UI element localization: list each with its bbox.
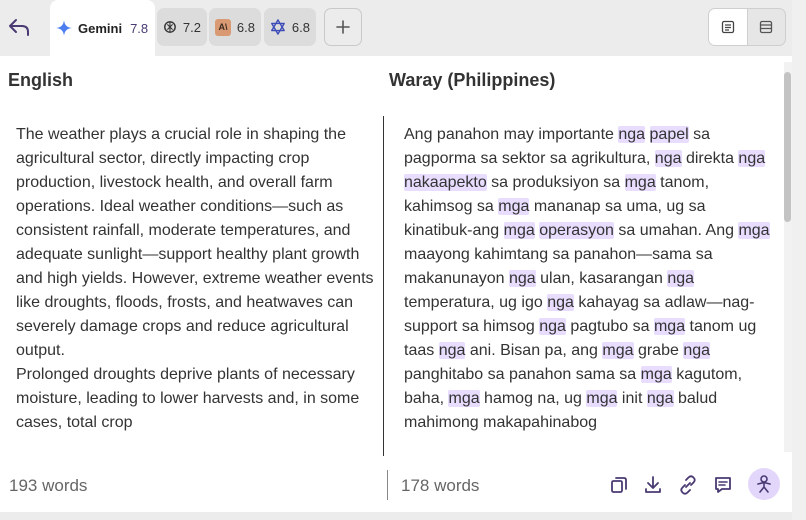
window-edge (792, 0, 806, 520)
add-model-button[interactable] (324, 8, 362, 46)
tab-other-model-score: 6.8 (291, 19, 310, 35)
tab-anthropic-score: 6.8 (236, 19, 255, 35)
download-icon (645, 476, 661, 493)
translation-segment: panghitabo sa panahon sama sa (404, 366, 641, 383)
top-bar: Gemini 7.8 7.2 A\ 6.8 6.8 (0, 0, 792, 56)
back-button[interactable] (6, 10, 32, 44)
translation-segment: ulan, kasarangan (535, 270, 668, 287)
source-text: The weather plays a crucial role in shap… (16, 123, 376, 456)
highlighted-word[interactable]: mga (653, 318, 686, 335)
translation-segment: hamog na, ug (479, 390, 587, 407)
back-arrow-icon (9, 19, 29, 36)
highlighted-word[interactable]: papel (649, 126, 689, 143)
translation-segment: temperatura, ug igo (404, 294, 548, 311)
tab-gemini[interactable]: Gemini 7.8 (50, 0, 155, 56)
download-button[interactable] (640, 472, 666, 498)
translation-segment: sa umahan. Ang (613, 222, 739, 239)
translation-segment: grabe (633, 342, 684, 359)
copy-icon (611, 477, 627, 493)
tab-gemini-label: Gemini (78, 20, 123, 36)
highlighted-word[interactable]: nga (508, 270, 536, 287)
tab-openai-score: 7.2 (182, 19, 201, 35)
highlighted-word[interactable]: nga (683, 342, 711, 359)
translated-text: Ang panahon may importante nga papel sa … (404, 123, 770, 456)
document-view-button[interactable] (709, 9, 748, 45)
share-link-button[interactable] (675, 472, 701, 498)
highlighted-word[interactable]: mga (586, 390, 618, 407)
highlighted-word[interactable]: mga (503, 222, 535, 239)
highlighted-word[interactable]: nga (539, 318, 566, 335)
comment-icon (715, 477, 731, 493)
ai-assistant-button[interactable] (748, 468, 780, 500)
model-icon (271, 19, 285, 35)
copy-button[interactable] (606, 472, 632, 498)
source-language-title: English (8, 70, 74, 90)
highlighted-word[interactable]: operasyon (539, 222, 614, 239)
openai-icon (164, 21, 176, 33)
tab-other-model[interactable]: 6.8 (264, 8, 316, 46)
highlighted-word[interactable]: nga (738, 150, 766, 167)
highlighted-word[interactable]: nakaapekto (404, 174, 487, 191)
tab-anthropic[interactable]: A\ 6.8 (209, 8, 261, 46)
highlighted-word[interactable]: mga (640, 366, 672, 383)
gemini-icon (56, 20, 72, 36)
source-paragraph: The weather plays a crucial role in shap… (16, 126, 374, 359)
highlighted-word[interactable]: nga (654, 150, 682, 167)
highlighted-word[interactable]: nga (667, 270, 695, 287)
target-word-count: 178 words (401, 476, 480, 495)
translation-segment: Ang panahon may importante (404, 126, 619, 143)
highlighted-word[interactable]: mga (448, 390, 480, 407)
ai-assistant-icon (757, 475, 771, 493)
plus-icon (336, 20, 350, 34)
split-view-icon (760, 20, 773, 34)
translation-segment: pagtubo sa (565, 318, 654, 335)
translation-segment: ani. Bisan pa, ang (465, 342, 603, 359)
highlighted-word[interactable]: mga (498, 198, 530, 215)
highlighted-word[interactable]: mga (738, 222, 770, 239)
tab-openai[interactable]: 7.2 (157, 8, 207, 46)
highlighted-word[interactable]: nga (547, 294, 574, 311)
highlighted-word[interactable]: nga (618, 126, 646, 143)
source-paragraph: Prolonged droughts deprive plants of nec… (16, 366, 360, 431)
split-view-button[interactable] (748, 9, 786, 45)
bottom-strip (0, 512, 792, 520)
translation-segment: sa produksiyon sa (486, 174, 625, 191)
highlighted-word[interactable]: nga (438, 342, 466, 359)
scrollbar-thumb[interactable] (784, 72, 791, 222)
view-toggle (708, 8, 786, 46)
highlighted-word[interactable]: mga (602, 342, 634, 359)
document-view-icon (721, 20, 734, 34)
highlighted-word[interactable]: mga (624, 174, 656, 191)
translation-segment: init (617, 390, 647, 407)
comment-button[interactable] (710, 472, 736, 498)
source-word-count: 193 words (9, 476, 88, 495)
translation-segment (645, 126, 649, 143)
link-icon (680, 475, 696, 495)
translation-segment: direkta (681, 150, 739, 167)
tab-gemini-score: 7.8 (130, 20, 149, 36)
highlighted-word[interactable]: nga (646, 390, 674, 407)
anthropic-icon: A\ (215, 18, 231, 36)
target-language-title: Waray (Philippines) (389, 70, 556, 90)
footer-divider (387, 470, 388, 500)
column-divider (383, 116, 384, 456)
